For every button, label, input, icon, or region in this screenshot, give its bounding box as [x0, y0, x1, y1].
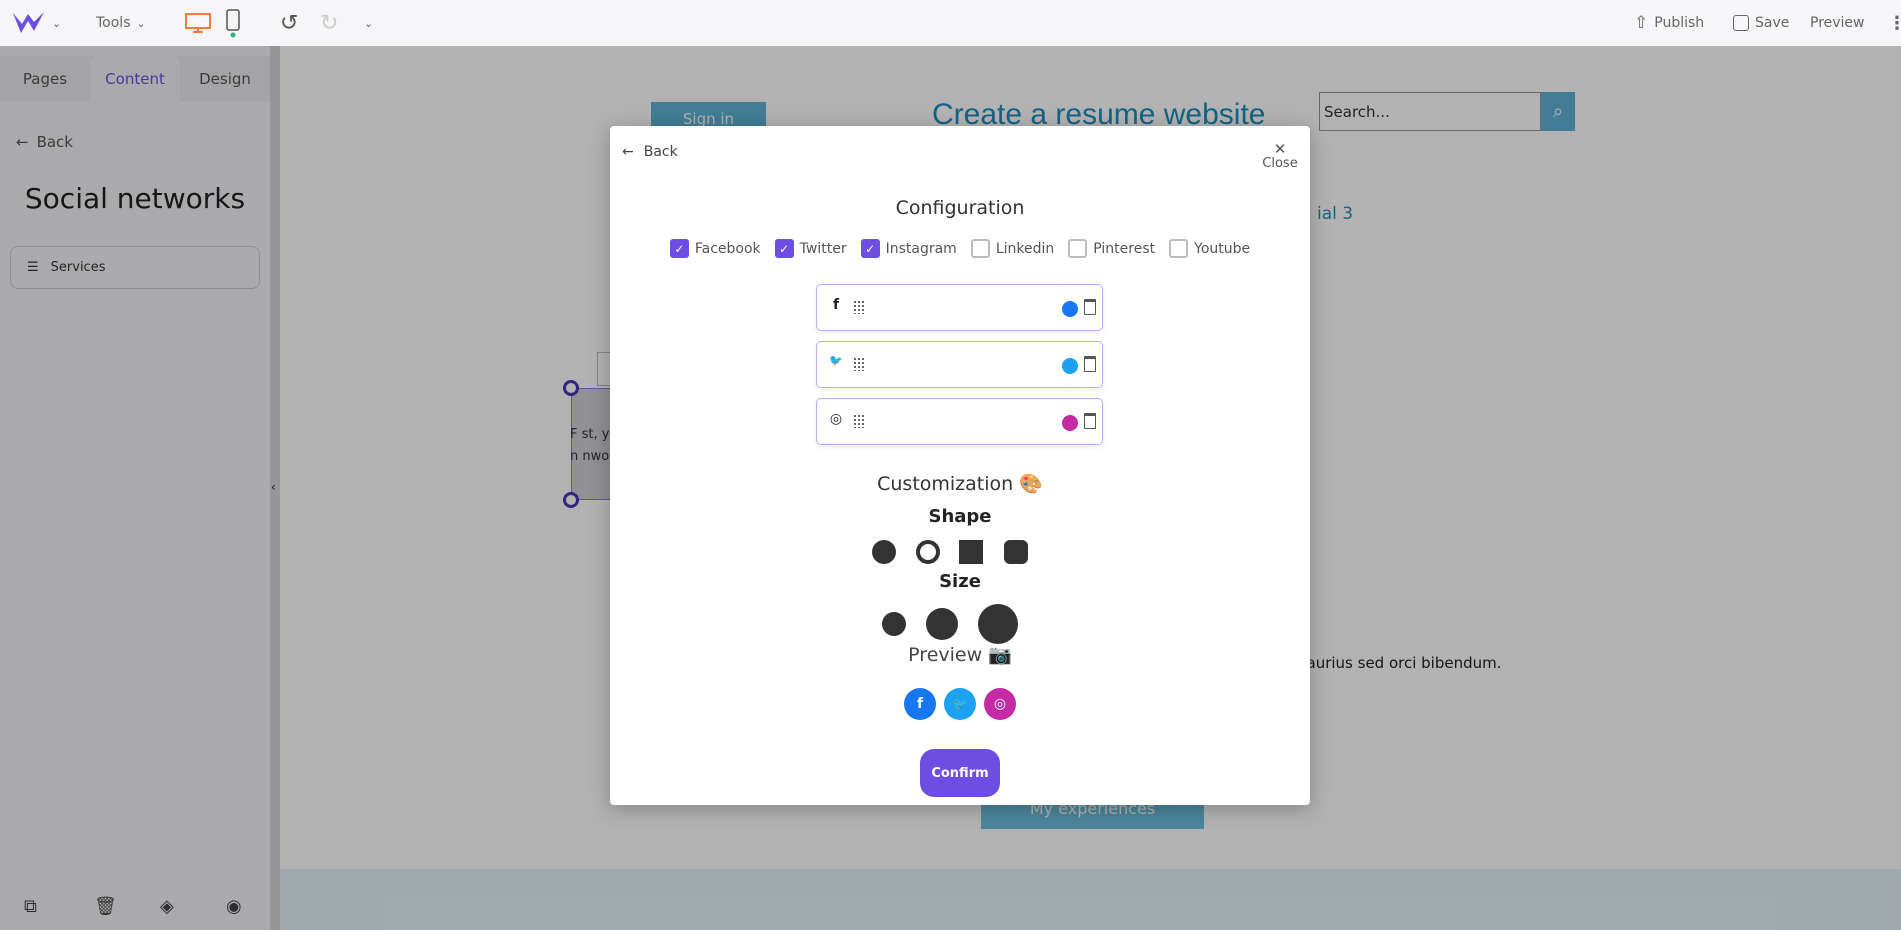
network-row[interactable]: 🐦 [816, 341, 1103, 388]
cloud-upload-icon: ⇧ [1634, 13, 1649, 33]
save-label: Save [1755, 15, 1790, 31]
undo-icon: ↺ [280, 10, 299, 36]
size-small-option[interactable] [882, 612, 906, 636]
logo-menu[interactable]: ⌄ [12, 0, 61, 46]
chevron-down-icon: ⌄ [136, 16, 146, 30]
redo-icon: ↻ [320, 10, 339, 36]
chevron-down-icon: ⌄ [364, 16, 374, 30]
checkbox-label: Linkedin [995, 240, 1055, 257]
publish-button[interactable]: ⇧ Publish [1634, 0, 1704, 46]
mobile-icon [226, 9, 240, 38]
trash-icon[interactable] [1084, 356, 1096, 372]
trash-icon[interactable] [1084, 299, 1096, 315]
shape-rounded-square-option[interactable] [1004, 540, 1028, 564]
more-menu-button[interactable]: ⋮ [1888, 0, 1901, 46]
trash-icon[interactable] [1084, 413, 1096, 429]
drag-handle-icon[interactable] [853, 414, 865, 428]
checkbox-label: Instagram [885, 240, 957, 257]
checkbox-box[interactable]: ✓ [669, 239, 689, 258]
close-label: Close [1262, 156, 1298, 171]
checkbox-instagram[interactable]: ✓ Instagram [860, 239, 957, 258]
preview-title: Preview 📷 [908, 644, 1012, 666]
arrow-left-icon: ← [622, 144, 634, 160]
redo-button[interactable]: ↻ [320, 0, 338, 46]
save-icon [1733, 15, 1749, 31]
checkbox-label: Pinterest [1093, 240, 1156, 257]
configuration-title: Configuration [895, 197, 1025, 219]
checkbox-twitter[interactable]: ✓ Twitter [774, 239, 847, 258]
checkbox-label: Twitter [799, 240, 847, 257]
checkbox-box[interactable] [1169, 239, 1189, 258]
checkbox-linkedin[interactable]: Linkedin [970, 239, 1055, 258]
size-large-option[interactable] [978, 604, 1018, 644]
chevron-down-icon: ⌄ [52, 16, 62, 30]
size-medium-option[interactable] [926, 608, 958, 640]
color-picker[interactable] [1062, 301, 1078, 317]
preview-label: Preview [1810, 15, 1865, 31]
checkbox-pinterest[interactable]: Pinterest [1068, 239, 1155, 258]
social-networks-modal: ← Back ✕ Close Configuration ✓ Facebook ✓ Twi… [610, 126, 1310, 805]
network-row[interactable]: ◎ [816, 398, 1103, 445]
checkbox-label: Facebook [694, 240, 761, 257]
back-label: Back [643, 144, 678, 160]
top-toolbar: ⌄ Tools ⌄ ↺ ↻ ⌄ ⇧ Publish Save Preview ⋮ [0, 0, 1901, 46]
color-picker[interactable] [1062, 358, 1078, 374]
twitter-icon: 🐦 [829, 354, 843, 367]
checkbox-box[interactable] [970, 239, 990, 258]
preview-instagram-icon: ◎ [984, 688, 1016, 720]
network-checkboxes: ✓ Facebook ✓ Twitter ✓ Instagram Linkedin Pinte… [610, 239, 1310, 258]
facebook-icon: f [832, 297, 840, 313]
close-icon: ✕ [1273, 140, 1287, 158]
size-title: Size [939, 571, 981, 592]
desktop-view-button[interactable] [184, 0, 212, 46]
shape-title: Shape [928, 506, 992, 527]
instagram-icon: ◎ [829, 411, 843, 427]
preview-facebook-icon: f [904, 688, 936, 720]
logo-icon [13, 12, 44, 33]
checkbox-label: Youtube [1194, 240, 1251, 257]
mobile-view-button[interactable] [225, 0, 241, 46]
checkbox-box[interactable]: ✓ [860, 239, 880, 258]
checkbox-box[interactable]: ✓ [774, 239, 794, 258]
checkbox-box[interactable] [1068, 239, 1088, 258]
network-row[interactable]: f [816, 284, 1103, 331]
undo-button[interactable]: ↺ [280, 0, 298, 46]
shape-circle-option[interactable] [872, 540, 896, 564]
shape-outline-circle-option[interactable] [916, 540, 940, 564]
tools-label: Tools [96, 15, 131, 31]
preview-button[interactable]: Preview [1810, 0, 1865, 46]
tools-menu[interactable]: Tools ⌄ [96, 0, 146, 46]
history-dropdown[interactable]: ⌄ [364, 0, 373, 46]
publish-label: Publish [1654, 15, 1705, 31]
drag-handle-icon[interactable] [853, 300, 865, 314]
preview-twitter-icon: 🐦 [944, 688, 976, 720]
modal-close-button[interactable]: ✕ Close [1260, 140, 1300, 172]
more-vertical-icon: ⋮ [1888, 12, 1901, 34]
save-button[interactable]: Save [1733, 0, 1789, 46]
modal-back-button[interactable]: ← Back [622, 144, 678, 160]
checkbox-youtube[interactable]: Youtube [1169, 239, 1250, 258]
shape-square-option[interactable] [959, 540, 983, 564]
drag-handle-icon[interactable] [853, 357, 865, 371]
color-picker[interactable] [1062, 415, 1078, 431]
confirm-button[interactable]: Confirm [920, 749, 1000, 797]
checkbox-facebook[interactable]: ✓ Facebook [669, 239, 761, 258]
customization-title: Customization 🎨 [877, 473, 1043, 495]
desktop-icon [185, 13, 211, 33]
